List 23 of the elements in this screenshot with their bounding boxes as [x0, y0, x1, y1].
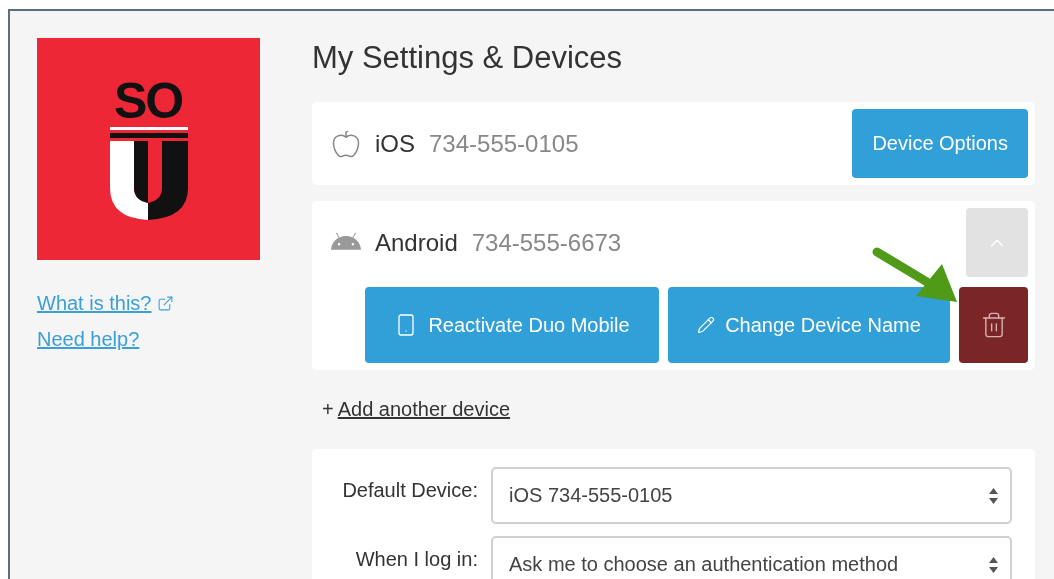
setting-select[interactable]: Ask me to choose an authentication method [491, 536, 1012, 579]
device-number: 734-555-0105 [429, 129, 580, 158]
help-link[interactable]: Need help? [37, 327, 140, 351]
device-name: iOS [375, 129, 415, 158]
page-title: My Settings & Devices [312, 40, 624, 76]
external-link-icon [157, 294, 175, 312]
device-options-button[interactable]: Device Options [852, 109, 1028, 178]
add-device-link[interactable]: Add another device [337, 398, 511, 421]
reactivate-button[interactable]: Reactivate Duo Mobile [365, 287, 659, 363]
delete-button[interactable] [959, 287, 1028, 363]
apple-icon [331, 128, 361, 159]
device-number: 734-555-6673 [471, 228, 623, 257]
setting-select[interactable]: iOS 734-555-0105 [491, 467, 1012, 524]
sort-arrows-icon [989, 556, 998, 573]
sort-arrows-icon [989, 487, 998, 504]
pencil-icon [697, 316, 716, 334]
help-link[interactable]: What is this? [37, 291, 152, 315]
plus-sign: + [322, 398, 334, 421]
logo: SO [37, 38, 260, 260]
setting-label: When I log in: [354, 547, 478, 571]
setting-label: Default Device: [341, 478, 478, 502]
device-name: Android [375, 228, 458, 257]
rename-button[interactable]: Change Device Name [668, 287, 950, 363]
